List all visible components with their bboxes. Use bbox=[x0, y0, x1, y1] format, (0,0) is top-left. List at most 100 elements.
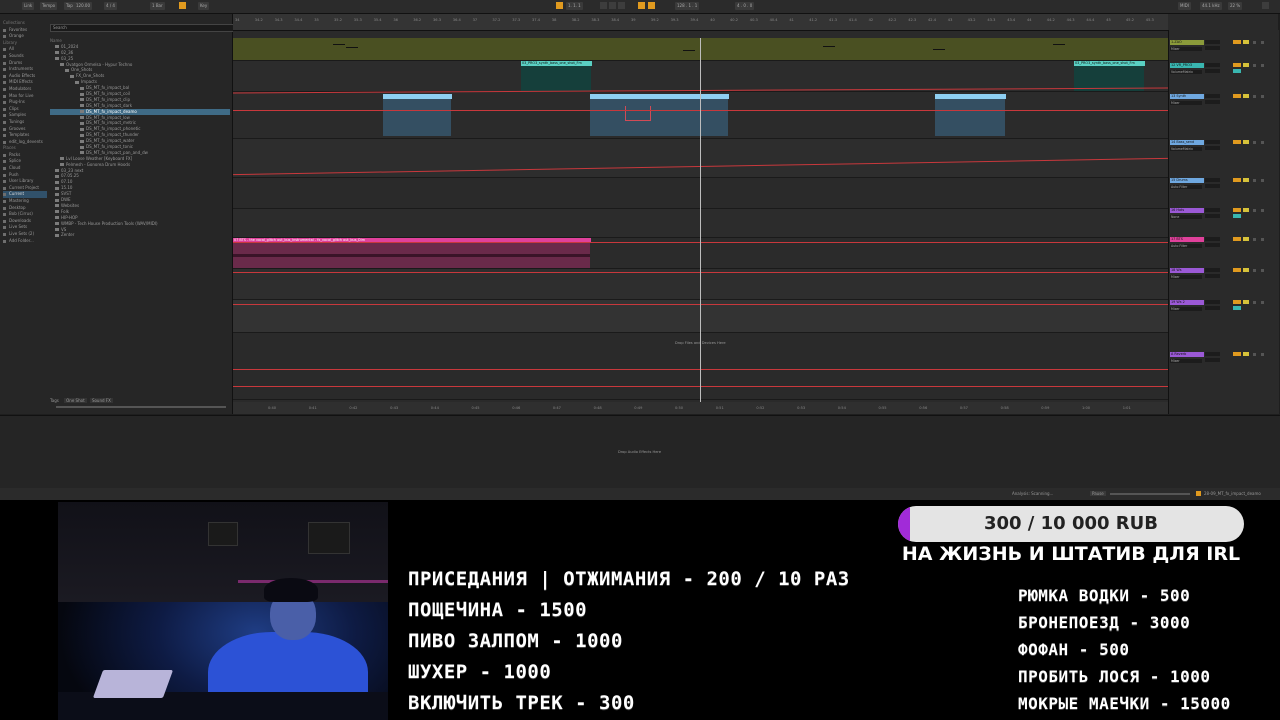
pause-button[interactable]: Pause bbox=[1090, 491, 1106, 496]
key-button[interactable]: Key bbox=[198, 2, 210, 10]
device-chooser[interactable]: None bbox=[1170, 215, 1202, 219]
solo-button[interactable] bbox=[1243, 208, 1249, 212]
library-item[interactable]: Modulators bbox=[3, 86, 47, 93]
track-activator-button[interactable] bbox=[1233, 178, 1241, 182]
input-select[interactable] bbox=[1205, 63, 1220, 67]
device-chooser[interactable]: Auto Filter bbox=[1170, 244, 1202, 248]
places-item[interactable]: Live Sets bbox=[3, 224, 47, 231]
device-chooser[interactable]: Mixer bbox=[1170, 359, 1202, 363]
io-icon[interactable] bbox=[1262, 2, 1269, 9]
solo-button[interactable] bbox=[1243, 352, 1249, 356]
browser-search-input[interactable]: Search bbox=[50, 24, 234, 32]
library-item[interactable]: Drums bbox=[3, 60, 47, 67]
mixer-track-name[interactable]: A Reverb bbox=[1170, 352, 1204, 357]
monitor-select[interactable] bbox=[1205, 146, 1220, 150]
follow-icon[interactable] bbox=[556, 2, 563, 9]
library-item[interactable]: Grooves bbox=[3, 126, 47, 133]
arm-button[interactable] bbox=[1233, 306, 1241, 310]
device-chooser[interactable]: Mixer bbox=[1170, 101, 1202, 105]
input-select[interactable] bbox=[1205, 94, 1220, 98]
solo-button[interactable] bbox=[1243, 268, 1249, 272]
collection-orange[interactable]: Orange bbox=[3, 33, 47, 40]
input-select[interactable] bbox=[1205, 237, 1220, 241]
places-item[interactable]: Bob (Cirrus) bbox=[3, 211, 47, 218]
monitor-select[interactable] bbox=[1205, 306, 1220, 310]
pan-knob-icon[interactable] bbox=[1261, 41, 1264, 44]
metronome-icon[interactable] bbox=[179, 2, 186, 9]
library-item[interactable]: edit_log_devents bbox=[3, 139, 47, 146]
library-item[interactable]: Tunings bbox=[3, 119, 47, 126]
device-chooser[interactable]: Mixer bbox=[1170, 47, 1202, 51]
library-item[interactable]: MIDI Effects bbox=[3, 79, 47, 86]
mixer-track-name[interactable]: 18 Ws bbox=[1170, 268, 1204, 273]
pan-knob-icon[interactable] bbox=[1261, 179, 1264, 182]
input-select[interactable] bbox=[1205, 178, 1220, 182]
places-item[interactable]: Cloud bbox=[3, 165, 47, 172]
synth-clip-3-body[interactable] bbox=[935, 99, 1005, 136]
volume-knob-icon[interactable] bbox=[1253, 209, 1256, 212]
monitor-select[interactable] bbox=[1205, 358, 1220, 362]
automation-arm-icon[interactable] bbox=[648, 2, 655, 9]
input-select[interactable] bbox=[1205, 300, 1220, 304]
mixer-track-name[interactable]: 14 Bass_send bbox=[1170, 140, 1204, 145]
tempo-field[interactable]: 120.00 bbox=[74, 2, 92, 10]
solo-button[interactable] bbox=[1243, 300, 1249, 304]
solo-button[interactable] bbox=[1243, 178, 1249, 182]
time-signature[interactable]: 4 / 4 bbox=[104, 2, 117, 10]
places-item[interactable]: Current bbox=[3, 191, 47, 199]
monitor-select[interactable] bbox=[1205, 184, 1220, 188]
solo-button[interactable] bbox=[1243, 140, 1249, 144]
mixer-track-name[interactable]: 13 Synth bbox=[1170, 94, 1204, 99]
track-activator-button[interactable] bbox=[1233, 237, 1241, 241]
track-activator-button[interactable] bbox=[1233, 140, 1241, 144]
volume-knob-icon[interactable] bbox=[1253, 269, 1256, 272]
places-item[interactable]: Downloads bbox=[3, 218, 47, 225]
browser-tree-row[interactable]: Zenter bbox=[50, 232, 230, 238]
places-item[interactable]: Live Sets (2) bbox=[3, 231, 47, 238]
collection-favorites[interactable]: Favorites bbox=[3, 27, 47, 34]
vocal-clip-waveform[interactable] bbox=[233, 243, 590, 268]
link-button[interactable]: Link bbox=[22, 2, 35, 10]
track-activator-button[interactable] bbox=[1233, 352, 1241, 356]
library-item[interactable]: Instruments bbox=[3, 66, 47, 73]
input-select[interactable] bbox=[1205, 40, 1220, 44]
pan-knob-icon[interactable] bbox=[1261, 64, 1264, 67]
pan-knob-icon[interactable] bbox=[1261, 301, 1264, 304]
pan-knob-icon[interactable] bbox=[1261, 95, 1264, 98]
overdub-icon[interactable] bbox=[638, 2, 645, 9]
solo-button[interactable] bbox=[1243, 40, 1249, 44]
device-chooser[interactable]: VolumeMatrix bbox=[1170, 147, 1202, 151]
tag-one-shot[interactable]: One Shot bbox=[64, 398, 87, 403]
status-scrub-bar[interactable] bbox=[1110, 493, 1190, 495]
track-activator-button[interactable] bbox=[1233, 63, 1241, 67]
monitor-select[interactable] bbox=[1205, 69, 1220, 73]
solo-button[interactable] bbox=[1243, 63, 1249, 67]
volume-knob-icon[interactable] bbox=[1253, 41, 1256, 44]
pan-knob-icon[interactable] bbox=[1261, 353, 1264, 356]
library-item[interactable]: Samples bbox=[3, 112, 47, 119]
volume-knob-icon[interactable] bbox=[1253, 301, 1256, 304]
input-select[interactable] bbox=[1205, 140, 1220, 144]
volume-knob-icon[interactable] bbox=[1253, 141, 1256, 144]
places-item[interactable]: Push bbox=[3, 172, 47, 179]
monitor-select[interactable] bbox=[1205, 100, 1220, 104]
quantize-select[interactable]: 1 Bar bbox=[150, 2, 165, 10]
track-activator-button[interactable] bbox=[1233, 94, 1241, 98]
playhead[interactable] bbox=[700, 38, 701, 410]
monitor-select[interactable] bbox=[1205, 214, 1220, 218]
library-item[interactable]: Plug-Ins bbox=[3, 99, 47, 106]
pan-knob-icon[interactable] bbox=[1261, 238, 1264, 241]
loop-length[interactable]: 4 . 0 . 0 bbox=[735, 2, 755, 10]
places-item[interactable]: Splice bbox=[3, 158, 47, 165]
volume-knob-icon[interactable] bbox=[1253, 238, 1256, 241]
arm-button[interactable] bbox=[1233, 214, 1241, 218]
volume-knob-icon[interactable] bbox=[1253, 64, 1256, 67]
mixer-track-name[interactable]: 17 BTS bbox=[1170, 237, 1204, 242]
track-activator-button[interactable] bbox=[1233, 208, 1241, 212]
monitor-select[interactable] bbox=[1205, 46, 1220, 50]
arrangement-position[interactable]: 1. 1. 1 bbox=[566, 2, 583, 10]
input-select[interactable] bbox=[1205, 352, 1220, 356]
places-item[interactable]: Add Folder... bbox=[3, 238, 47, 245]
beat-ruler[interactable]: 34 34.2 34.3 34.4 35 35.2 35.3 35.4 36 36.2 36.3 36… bbox=[233, 14, 1168, 31]
mixer-track-name[interactable]: 16 Hats bbox=[1170, 208, 1204, 213]
